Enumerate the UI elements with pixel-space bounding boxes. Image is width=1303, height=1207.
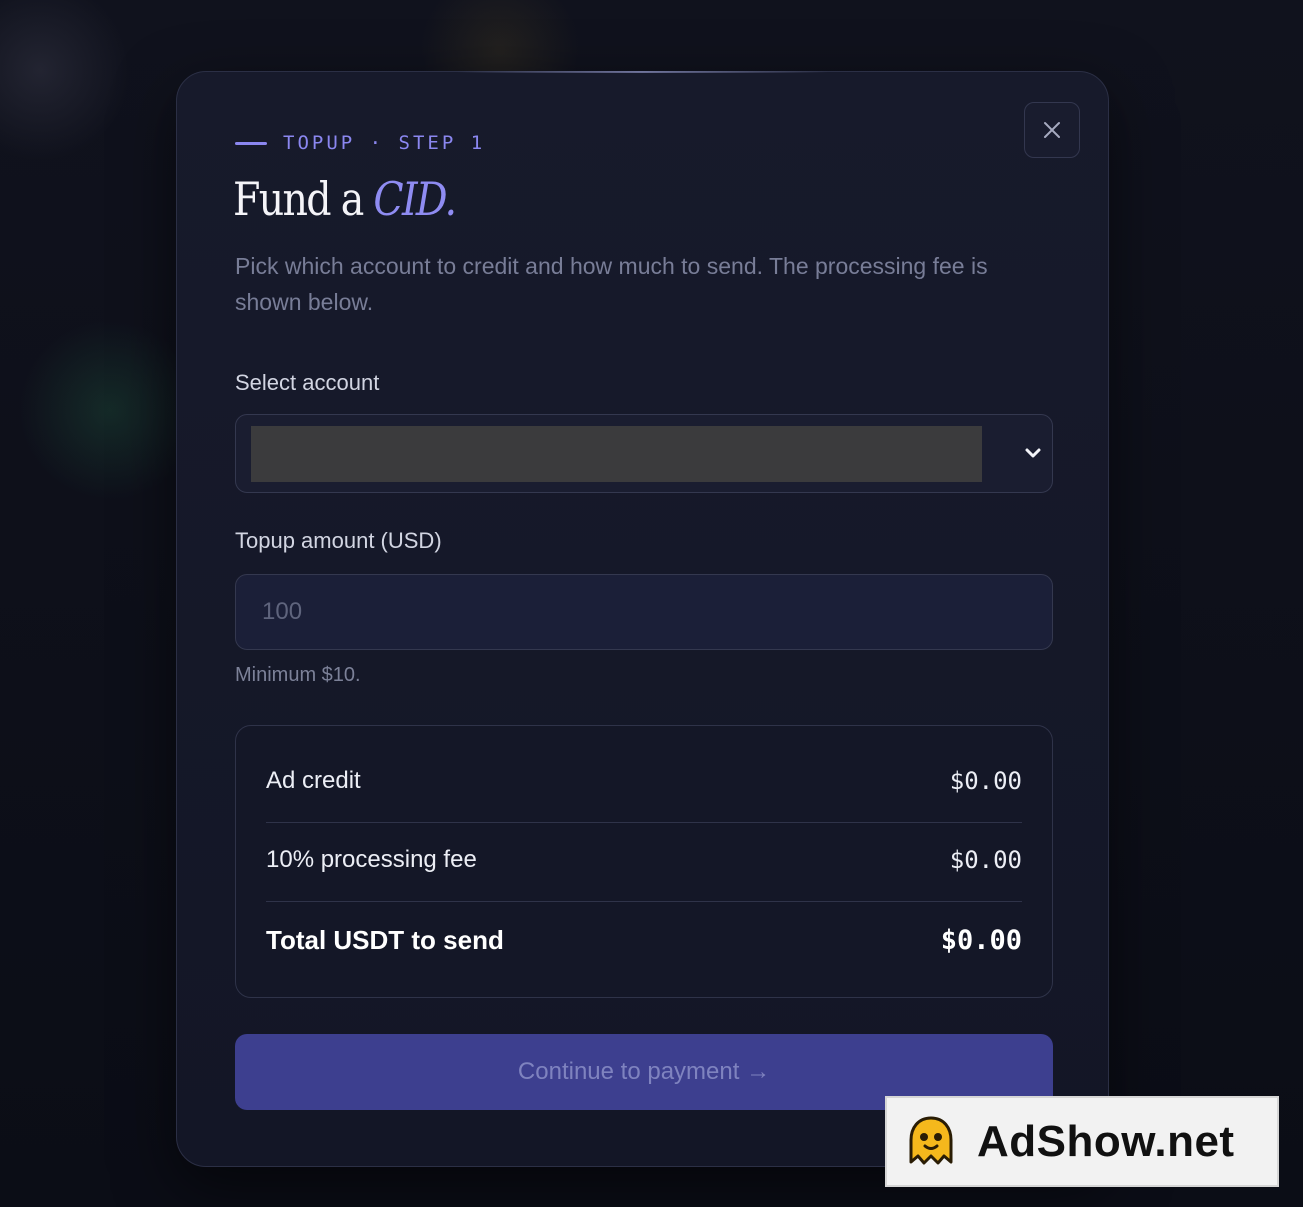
modal-title: Fund a CID.	[233, 172, 457, 226]
topup-modal: TOPUP · STEP 1 Fund a CID. Pick which ac…	[176, 71, 1109, 1167]
eyebrow-dash	[235, 141, 267, 145]
ghost-mascot-icon	[909, 1116, 953, 1164]
processing-fee-value: $0.00	[949, 846, 1022, 874]
ad-credit-value: $0.00	[949, 767, 1022, 795]
modal-subtitle: Pick which account to credit and how muc…	[235, 253, 988, 315]
eyebrow-text: TOPUP · STEP 1	[283, 132, 486, 154]
close-icon	[1044, 122, 1060, 138]
total-label: Total USDT to send	[266, 924, 504, 955]
ad-credit-label: Ad credit	[266, 767, 361, 794]
fee-summary: Ad credit $0.00 10% processing fee $0.00…	[235, 725, 1053, 998]
watermark-text: AdShow.net	[977, 1116, 1235, 1166]
processing-fee-label: 10% processing fee	[266, 846, 477, 873]
topup-amount-input[interactable]	[235, 574, 1053, 650]
minimum-hint: Minimum $10.	[235, 664, 361, 686]
select-account-label: Select account	[235, 370, 380, 395]
summary-row-total: Total USDT to send $0.00	[266, 920, 1022, 960]
topup-amount-label: Topup amount (USD)	[235, 528, 442, 553]
chevron-down-icon	[1025, 448, 1041, 458]
total-value: $0.00	[940, 924, 1022, 956]
summary-divider	[266, 822, 1022, 823]
summary-row-processing-fee: 10% processing fee $0.00	[266, 840, 1022, 880]
step-eyebrow: TOPUP · STEP 1	[235, 132, 485, 154]
title-accent: CID.	[373, 172, 457, 226]
account-select-value	[251, 426, 982, 482]
account-select[interactable]	[235, 414, 1053, 493]
title-main: Fund a	[233, 172, 364, 226]
close-button[interactable]	[1024, 102, 1080, 158]
summary-row-ad-credit: Ad credit $0.00	[266, 761, 1022, 801]
summary-divider	[266, 901, 1022, 902]
watermark-badge: AdShow.net	[885, 1096, 1279, 1187]
